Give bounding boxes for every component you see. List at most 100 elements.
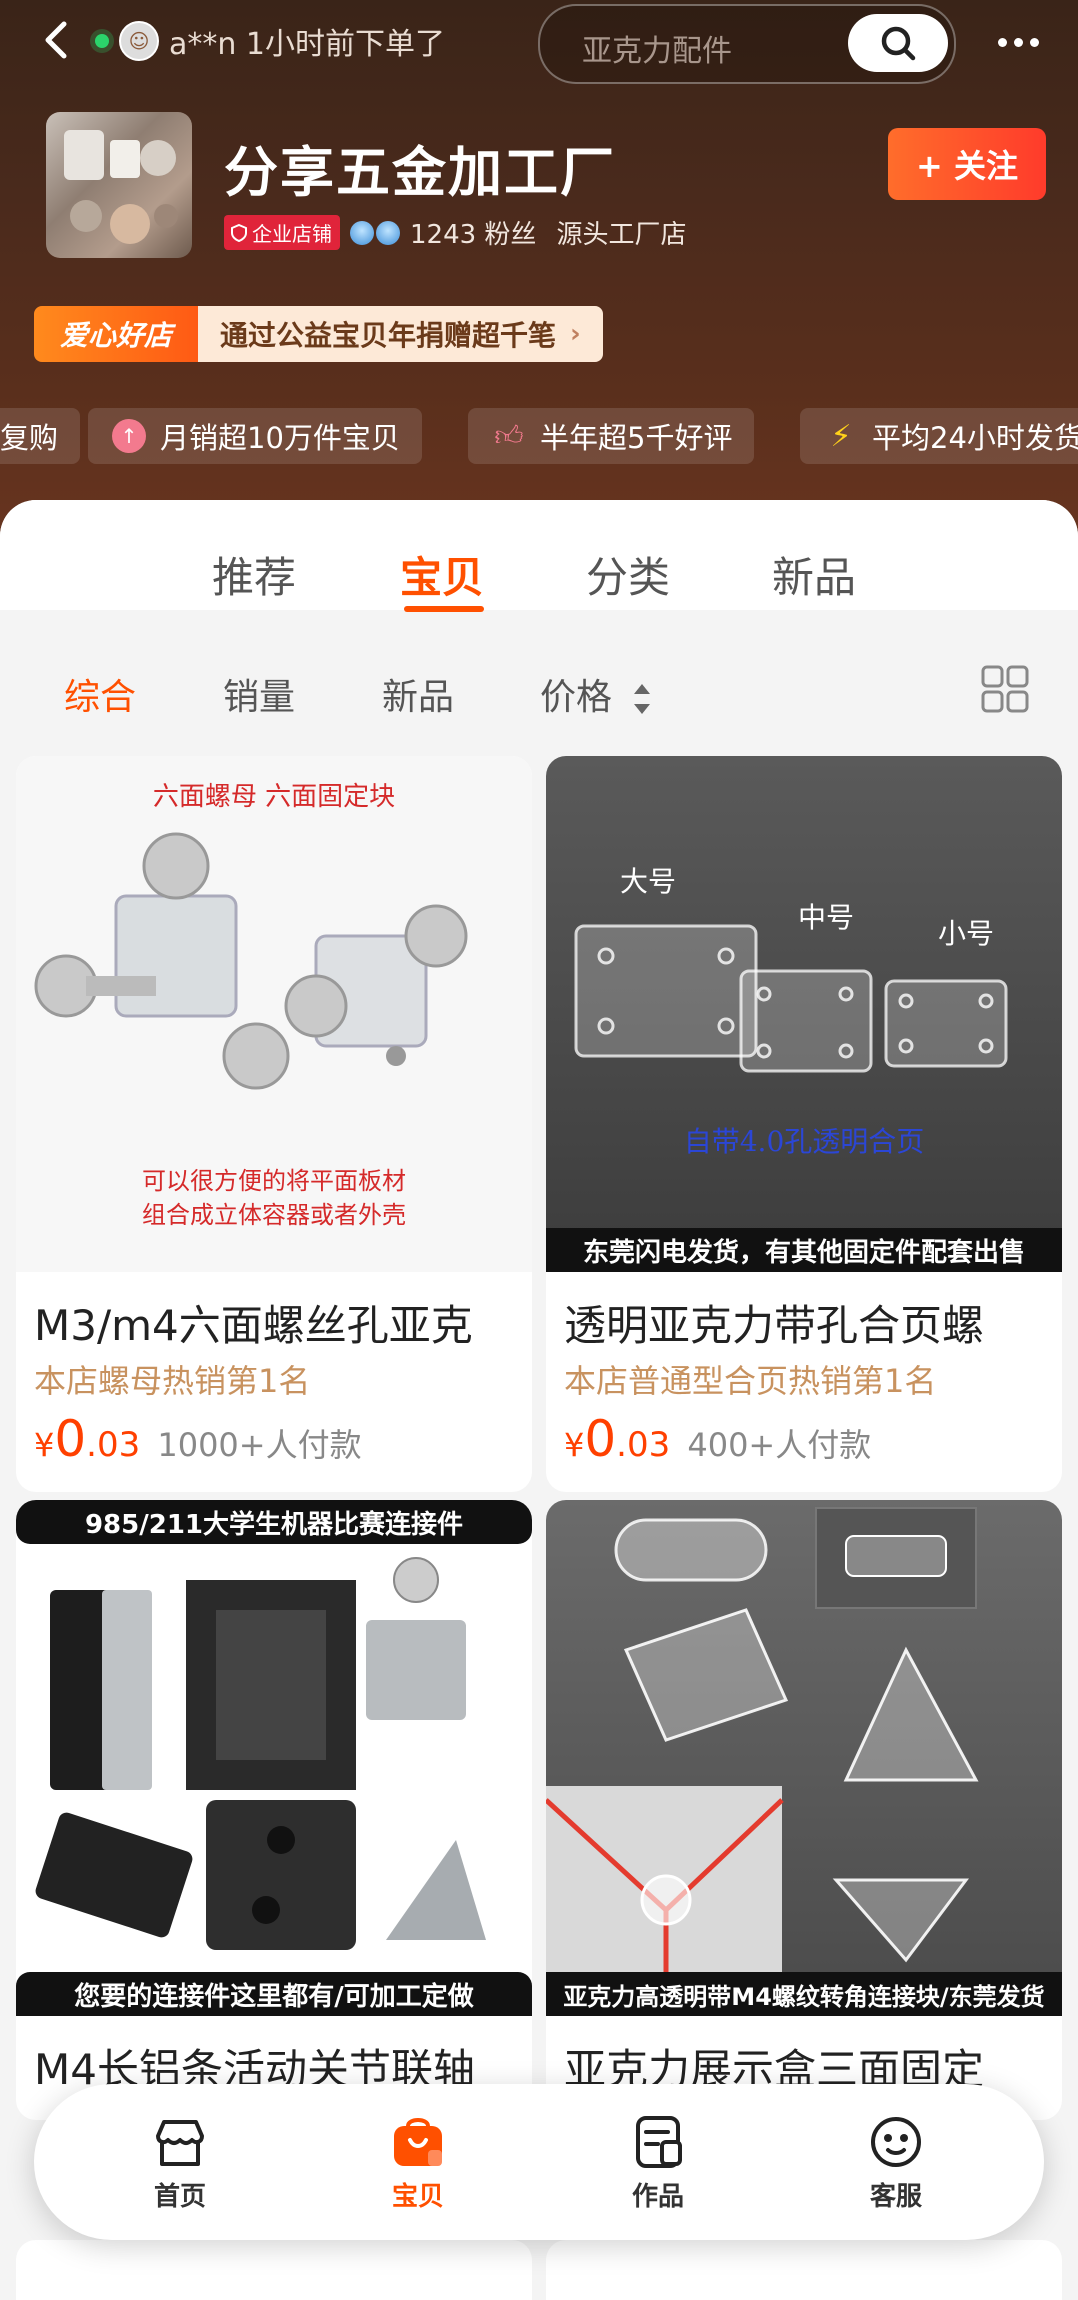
stat-label: 月销超10万件宝贝	[160, 421, 400, 455]
shop-search-box[interactable]: 亚克力配件	[538, 4, 956, 84]
product-card-partial[interactable]	[546, 2240, 1062, 2300]
shop-content: 推荐 宝贝 分类 新品 综合 销量 新品 价格 六面螺母 六面固定块 可以很方便…	[0, 500, 1078, 2300]
tab-new[interactable]: 新品	[772, 544, 856, 605]
search-button[interactable]	[848, 14, 948, 72]
product-card[interactable]: 985/211大学生机器比赛连接件 您要的连接件这里都有/可加工定做 M4长铝条…	[16, 1500, 532, 2120]
product-card[interactable]: 大号 中号 小号 自带4.0孔透明合页 东莞闪电发货，有其他固定件配套出售 透明…	[546, 756, 1062, 1492]
aluminum-connector-illustration	[35, 1557, 486, 1950]
search-icon	[881, 26, 916, 61]
stat-good-reviews[interactable]: 👍︎ 半年超5千好评	[468, 408, 755, 464]
active-tab-indicator	[404, 606, 484, 612]
product-card[interactable]: 六面螺母 六面固定块 可以很方便的将平面板材 组合成立体容器或者外壳 M3/m4…	[16, 756, 532, 1492]
acrylic-hinge-illustration	[574, 924, 1008, 1073]
tab-category[interactable]: 分类	[586, 544, 670, 605]
recent-buyer-text: a**n 1小时前下单了	[169, 27, 446, 62]
charity-tag: 爱心好店	[34, 306, 199, 362]
top-bar: ☺ a**n 1小时前下单了 亚克力配件	[0, 0, 1078, 84]
stat-repurchase[interactable]: 复购	[0, 408, 81, 464]
price-decimal: .03	[86, 1425, 141, 1465]
sort-bar: 综合 销量 新品 价格	[0, 620, 1078, 750]
stat-label: 复购	[0, 421, 59, 455]
product-image[interactable]: 亚克力高透明带M4螺纹转角连接块/东莞发货	[546, 1500, 1062, 2016]
nav-label: 宝贝	[391, 2182, 444, 2212]
crown-icon	[350, 220, 374, 245]
shop-tabs: 推荐 宝贝 分类 新品	[0, 500, 1078, 612]
sort-price-label: 价格	[540, 677, 613, 718]
more-options-icon[interactable]	[990, 20, 1046, 64]
charity-banner[interactable]: 爱心好店 通过公益宝贝年捐赠超千笔 ›	[34, 306, 603, 362]
charity-text-label: 通过公益宝贝年捐赠超千笔	[220, 319, 557, 352]
grid-view-icon[interactable]	[980, 664, 1030, 714]
nav-label: 作品	[631, 2182, 684, 2212]
image-strip-caption: 东莞闪电发货，有其他固定件配套出售	[546, 1228, 1062, 1272]
image-caption: 自带4.0孔透明合页	[683, 1125, 925, 1158]
notes-icon	[636, 2116, 682, 2168]
charity-text: 通过公益宝贝年捐赠超千笔 ›	[198, 306, 603, 362]
shop-home-icon	[156, 2120, 204, 2166]
product-title[interactable]: M3/m4六面螺丝孔亚克	[34, 1292, 473, 1353]
nav-works[interactable]: 作品	[598, 2114, 718, 2213]
stat-label: 平均24小时发货	[872, 421, 1078, 455]
shop-stats-strip: 复购 ↑ 月销超10万件宝贝 👍︎ 半年超5千好评 ⚡︎ 平均24小时发货	[0, 408, 1078, 464]
shield-icon	[231, 223, 247, 242]
follow-button[interactable]: + 关注	[888, 128, 1046, 200]
product-card[interactable]: 亚克力高透明带M4螺纹转角连接块/东莞发货 亚克力展示盒三面固定	[546, 1500, 1062, 2120]
product-price: ¥0.03 400+人付款	[564, 1410, 871, 1468]
price-integer: 0	[54, 1410, 87, 1468]
sort-default[interactable]: 综合	[64, 668, 136, 720]
price-integer: 0	[584, 1410, 617, 1468]
product-image[interactable]: 大号 中号 小号 自带4.0孔透明合页 东莞闪电发货，有其他固定件配套出售	[546, 756, 1062, 1272]
stat-label: 半年超5千好评	[540, 421, 733, 455]
nav-items[interactable]: 宝贝	[358, 2114, 478, 2213]
product-price: ¥0.03 1000+人付款	[34, 1410, 362, 1468]
chevron-right-icon: ›	[570, 319, 581, 349]
up-arrow-icon: ↑	[112, 419, 146, 453]
nav-label: 首页	[153, 2182, 206, 2212]
enterprise-badge: 企业店铺	[224, 215, 340, 250]
image-strip-caption: 亚克力高透明带M4螺纹转角连接块/东莞发货	[546, 1972, 1062, 2016]
lightning-icon: ⚡︎	[830, 418, 852, 454]
live-dot-icon	[95, 34, 109, 48]
bag-icon	[394, 2118, 442, 2166]
service-face-icon	[871, 2117, 921, 2167]
currency-symbol: ¥	[34, 1426, 55, 1464]
sort-price[interactable]: 价格	[540, 668, 653, 720]
product-image[interactable]: 985/211大学生机器比赛连接件 您要的连接件这里都有/可加工定做	[16, 1500, 532, 2016]
crown-icon	[376, 220, 400, 245]
nav-label: 客服	[869, 2182, 922, 2212]
sold-count: 400+人付款	[687, 1426, 872, 1464]
tab-recommend[interactable]: 推荐	[212, 544, 296, 605]
nav-service[interactable]: 客服	[836, 2114, 956, 2213]
image-strip-caption: 您要的连接件这里都有/可加工定做	[16, 1972, 532, 2016]
stat-shipping-time[interactable]: ⚡︎ 平均24小时发货	[800, 408, 1078, 464]
sold-count: 1000+人付款	[157, 1426, 362, 1464]
nav-home[interactable]: 首页	[120, 2114, 240, 2213]
enterprise-badge-label: 企业店铺	[252, 222, 332, 246]
shop-tag: 源头工厂店	[556, 220, 687, 250]
bottom-navigation: 首页 宝贝 作品 客服	[34, 2084, 1044, 2240]
product-title[interactable]: 透明亚克力带孔合页螺	[564, 1292, 984, 1353]
currency-symbol: ¥	[564, 1426, 585, 1464]
price-decimal: .03	[616, 1425, 671, 1465]
acrylic-corner-connector-illustration	[546, 1507, 979, 2016]
image-caption: 可以很方便的将平面板材 组合成立体容器或者外壳	[142, 1167, 406, 1229]
product-image[interactable]: 六面螺母 六面固定块 可以很方便的将平面板材 组合成立体容器或者外壳	[16, 756, 532, 1272]
stat-monthly-sales[interactable]: ↑ 月销超10万件宝贝	[88, 408, 422, 464]
tab-items[interactable]: 宝贝	[400, 544, 484, 605]
shop-name: 分享五金加工厂	[224, 141, 616, 204]
buyer-avatar: ☺	[119, 21, 159, 61]
shop-meta: 企业店铺 1243 粉丝 源头工厂店	[224, 214, 686, 251]
shop-logo[interactable]	[46, 112, 192, 258]
shop-level-crowns	[350, 220, 400, 245]
recent-buyer-ticker: ☺ a**n 1小时前下单了	[95, 18, 445, 64]
product-card-partial[interactable]	[16, 2240, 532, 2300]
thumbs-up-icon: 👍︎	[494, 419, 524, 452]
fans-count: 1243 粉丝	[410, 220, 537, 250]
product-rank: 本店螺母热销第1名	[34, 1362, 311, 1400]
shop-header-background	[0, 0, 1078, 560]
search-placeholder[interactable]: 亚克力配件	[582, 26, 732, 70]
sort-arrows-icon	[634, 684, 651, 714]
sort-new[interactable]: 新品	[382, 668, 454, 720]
sort-sales[interactable]: 销量	[223, 668, 295, 720]
back-arrow-icon[interactable]	[38, 18, 78, 62]
